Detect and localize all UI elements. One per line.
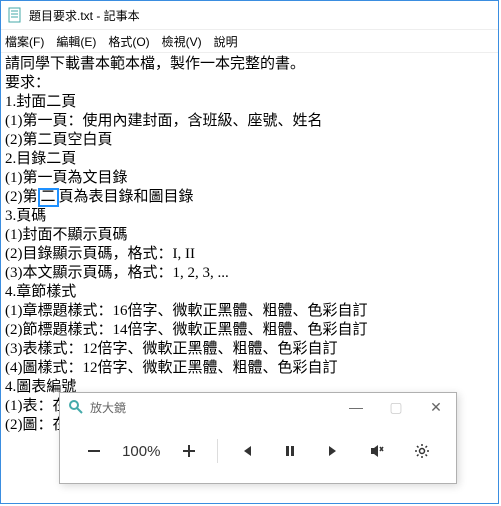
line: (1)第一頁：使用內建封面，含班級、座號、姓名	[5, 112, 494, 131]
line: (3)本文顯示頁碼，格式：1, 2, 3, ...	[5, 264, 494, 283]
menu-edit[interactable]: 編輯(E)	[56, 33, 96, 50]
separator	[217, 439, 218, 463]
menu-format[interactable]: 格式(O)	[108, 33, 149, 50]
line: (2)第二頁空白頁	[5, 131, 494, 150]
notepad-icon	[7, 7, 23, 23]
line: 要求：	[5, 74, 494, 93]
line: 4.章節樣式	[5, 283, 494, 302]
menu-view[interactable]: 檢視(V)	[162, 33, 202, 50]
line: (1)封面不顯示頁碼	[5, 226, 494, 245]
magnifier-icon	[68, 399, 84, 415]
magnifier-title-bar[interactable]: 放大鏡 — ▢ ✕	[60, 393, 456, 421]
menu-file[interactable]: 檔案(F)	[5, 33, 44, 50]
text-area[interactable]: 請同學下載書本範本檔，製作一本完整的書。 要求： 1.封面二頁 (1)第一頁：使…	[1, 53, 498, 437]
line: (1)章標題樣式：16倍字、微軟正黑體、粗體、色彩自訂	[5, 302, 494, 321]
zoom-level: 100%	[122, 443, 160, 460]
magnifier-title: 放大鏡	[90, 399, 126, 416]
minimize-button[interactable]: —	[336, 393, 376, 421]
window-controls: — ▢ ✕	[336, 393, 456, 421]
prev-button[interactable]	[230, 435, 262, 467]
zoom-out-button[interactable]	[78, 435, 110, 467]
title-bar[interactable]: 題目要求.txt - 記事本	[1, 1, 498, 30]
window-title: 題目要求.txt - 記事本	[29, 7, 140, 24]
next-button[interactable]	[318, 435, 350, 467]
close-button[interactable]: ✕	[416, 393, 456, 421]
maximize-button[interactable]: ▢	[376, 393, 416, 421]
line: 2.目錄二頁	[5, 150, 494, 169]
pause-button[interactable]	[274, 435, 306, 467]
speaker-icon[interactable]	[362, 435, 394, 467]
line: (1)第一頁為文目錄	[5, 169, 494, 188]
line: (2)節標題樣式：14倍字、微軟正黑體、粗體、色彩自訂	[5, 321, 494, 340]
magnifier-window[interactable]: 放大鏡 — ▢ ✕ 100%	[59, 392, 457, 484]
zoom-in-button[interactable]	[173, 435, 205, 467]
menu-bar: 檔案(F) 編輯(E) 格式(O) 檢視(V) 說明	[1, 30, 498, 53]
magnifier-toolbar: 100%	[60, 421, 456, 481]
cursor-highlight: 二	[38, 188, 59, 207]
line: (2)第二頁為表目錄和圖目錄	[5, 188, 494, 207]
line: (3)表樣式：12倍字、微軟正黑體、粗體、色彩自訂	[5, 340, 494, 359]
line: 請同學下載書本範本檔，製作一本完整的書。	[5, 55, 494, 74]
line: 3.頁碼	[5, 207, 494, 226]
menu-help[interactable]: 說明	[214, 33, 238, 50]
settings-button[interactable]	[406, 435, 438, 467]
line: (2)目錄顯示頁碼，格式：I, II	[5, 245, 494, 264]
line: (4)圖樣式：12倍字、微軟正黑體、粗體、色彩自訂	[5, 359, 494, 378]
line: 1.封面二頁	[5, 93, 494, 112]
